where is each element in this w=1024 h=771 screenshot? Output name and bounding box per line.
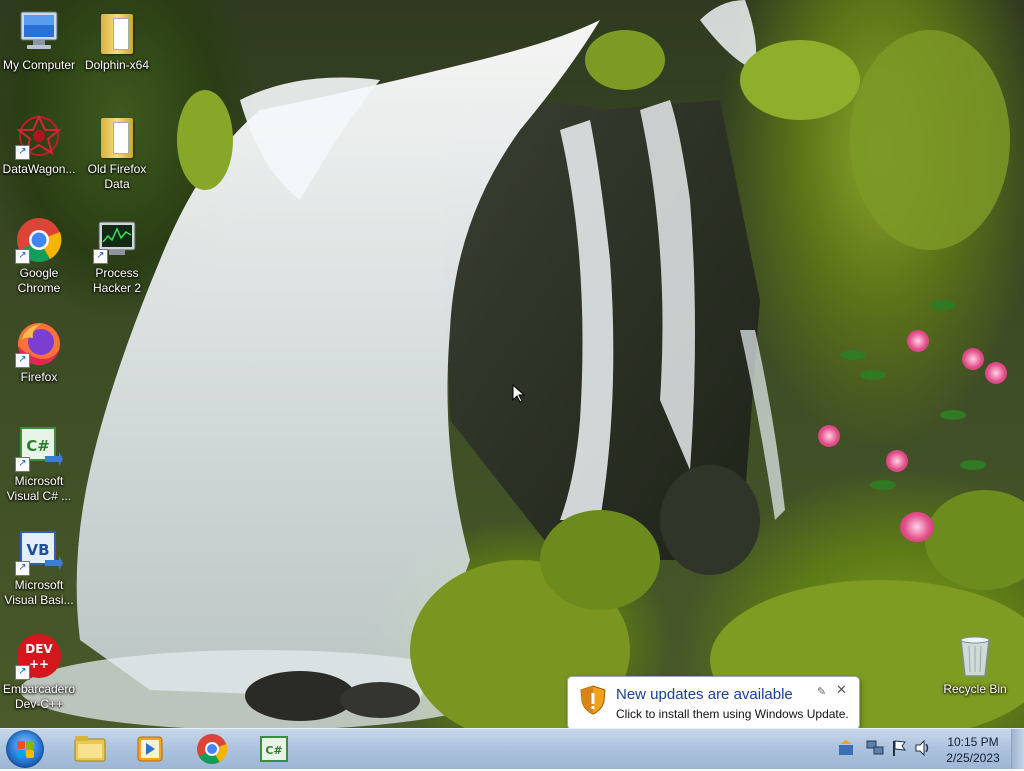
desktop-icon-label: Microsoft Visual Basi... — [4, 578, 74, 607]
windows-update-icon[interactable] — [838, 739, 854, 760]
svg-text:VB: VB — [26, 541, 49, 559]
computer-icon — [15, 8, 63, 56]
leaf — [870, 480, 896, 490]
visual-csharp-icon: C# ↗ — [15, 424, 63, 472]
desktop-icon-datawagon[interactable]: ↗ DataWagon... — [0, 112, 81, 177]
desktop-icon-devcpp[interactable]: DEV ++ ↗ Embarcadero Dev-C++ — [0, 632, 81, 712]
leaf — [930, 300, 956, 310]
desktop-icon-visual-csharp[interactable]: C# ↗ Microsoft Visual C# ... — [0, 424, 81, 504]
shortcut-arrow-icon: ↗ — [15, 145, 30, 160]
desktop-wallpaper — [0, 0, 1024, 728]
action-center-flag-icon[interactable] — [891, 739, 907, 760]
desktop-icon-label: Old Firefox Data — [87, 162, 147, 191]
taskbar-clock[interactable]: 10:15 PM 2/25/2023 — [936, 734, 1010, 766]
folder-icon — [93, 8, 141, 56]
network-icon[interactable] — [866, 739, 884, 760]
devcpp-icon: DEV ++ ↗ — [15, 632, 63, 680]
firefox-icon: ↗ — [15, 320, 63, 368]
media-player-icon[interactable] — [122, 732, 178, 766]
recycle-bin-icon — [951, 632, 999, 680]
process-hacker-icon: ↗ — [93, 216, 141, 264]
svg-text:C#: C# — [26, 437, 50, 455]
desktop-icon-label: Embarcadero Dev-C++ — [2, 682, 76, 711]
shortcut-arrow-icon: ↗ — [15, 457, 30, 472]
shield-warning-icon — [580, 685, 606, 715]
leaf — [840, 350, 866, 360]
visual-basic-icon: VB ↗ — [15, 528, 63, 576]
update-notification-balloon[interactable]: New updates are available Click to insta… — [567, 676, 860, 741]
flower — [900, 512, 934, 542]
visual-csharp-icon[interactable]: C# — [246, 732, 302, 766]
flower — [985, 362, 1007, 384]
desktop-icon-label: Google Chrome — [17, 266, 61, 295]
windows-start-icon[interactable] — [6, 730, 44, 768]
datawagon-icon: ↗ — [15, 112, 63, 160]
desktop-icon-recycle-bin[interactable]: Recycle Bin — [933, 632, 1017, 697]
flower — [907, 330, 929, 352]
show-desktop-button[interactable] — [1011, 729, 1024, 769]
flower — [886, 450, 908, 472]
desktop-icon-old-firefox-data[interactable]: Old Firefox Data — [75, 112, 159, 192]
shortcut-arrow-icon: ↗ — [15, 353, 30, 368]
desktop-icon-my-computer[interactable]: My Computer — [0, 8, 81, 73]
flower — [962, 348, 984, 370]
desktop-icon-dolphin[interactable]: Dolphin-x64 — [75, 8, 159, 73]
flower — [818, 425, 840, 447]
desktop-icon-label: Firefox — [20, 370, 58, 384]
shortcut-arrow-icon: ↗ — [15, 665, 30, 680]
chrome-icon: ↗ — [15, 216, 63, 264]
desktop-icon-visual-basic[interactable]: VB ↗ Microsoft Visual Basi... — [0, 528, 81, 608]
svg-text:DEV: DEV — [25, 642, 53, 656]
shortcut-arrow-icon: ↗ — [15, 561, 30, 576]
desktop-icon-process-hacker[interactable]: ↗ Process Hacker 2 — [75, 216, 159, 296]
desktop-icon-firefox[interactable]: ↗ Firefox — [0, 320, 81, 385]
notification-body: Click to install them using Windows Upda… — [616, 707, 849, 721]
desktop-icon-label: My Computer — [2, 58, 76, 72]
taskbar: C# 10:15 PM 2/25/2023 — [0, 728, 1024, 769]
leaf — [940, 410, 966, 420]
volume-icon[interactable] — [914, 739, 932, 760]
close-icon[interactable]: ✕ — [836, 682, 847, 698]
clock-time: 10:15 PM — [947, 735, 999, 749]
chrome-icon[interactable] — [184, 732, 240, 766]
mouse-cursor-icon — [512, 384, 526, 403]
desktop-icon-label: Dolphin-x64 — [84, 58, 150, 72]
desktop-icon-label: Microsoft Visual C# ... — [6, 474, 72, 503]
leaf — [860, 370, 886, 380]
leaf — [960, 460, 986, 470]
desktop-icon-label: Process Hacker 2 — [92, 266, 142, 295]
folder-icon — [93, 112, 141, 160]
pin-icon[interactable]: ✎ — [817, 685, 826, 698]
waterfall-illustration — [20, 0, 1024, 728]
shortcut-arrow-icon: ↗ — [15, 249, 30, 264]
file-explorer-icon[interactable] — [62, 732, 118, 766]
svg-text:C#: C# — [265, 744, 282, 757]
desktop-icon-label: Recycle Bin — [943, 682, 1007, 696]
svg-text:++: ++ — [29, 657, 49, 671]
notification-title: New updates are available — [616, 686, 793, 703]
shortcut-arrow-icon: ↗ — [93, 249, 108, 264]
desktop-icon-label: DataWagon... — [2, 162, 76, 176]
clock-date: 2/25/2023 — [946, 751, 1000, 765]
desktop-icon-google-chrome[interactable]: ↗ Google Chrome — [0, 216, 81, 296]
